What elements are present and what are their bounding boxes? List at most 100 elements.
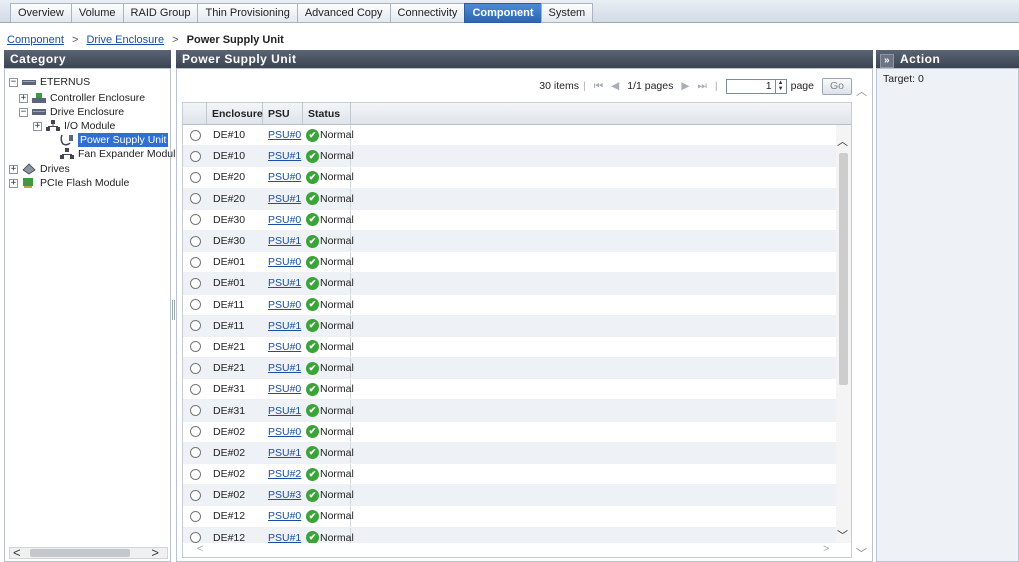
page-number-input[interactable]: 1	[725, 78, 776, 94]
psu-link[interactable]: PSU#1	[268, 150, 301, 162]
table-row[interactable]: DE#10 PSU#1 ✔ Normal	[183, 146, 838, 168]
tab-volume[interactable]: Volume	[70, 3, 123, 23]
scroll-up-icon[interactable]: ︿	[837, 133, 848, 149]
row-radio[interactable]	[189, 171, 201, 183]
table-vertical-scrollbar[interactable]: ︿ ﹀	[836, 125, 851, 545]
row-radio[interactable]	[189, 129, 201, 141]
tree-node-io-module[interactable]: + I/O Module	[33, 119, 115, 133]
row-radio[interactable]	[189, 341, 201, 353]
row-radio[interactable]	[189, 489, 201, 501]
tree-node-drives[interactable]: + Drives	[9, 162, 70, 176]
row-radio[interactable]	[189, 150, 201, 162]
row-radio[interactable]	[189, 320, 201, 332]
expand-toggle-icon[interactable]: +	[9, 178, 18, 188]
table-row[interactable]: DE#02 PSU#0 ✔ Normal	[183, 421, 838, 443]
scroll-up-icon[interactable]: ︿	[856, 83, 867, 99]
table-row[interactable]: DE#02 PSU#1 ✔ Normal	[183, 442, 838, 464]
table-row[interactable]: DE#20 PSU#1 ✔ Normal	[183, 188, 838, 210]
table-row[interactable]: DE#30 PSU#0 ✔ Normal	[183, 209, 838, 231]
row-radio[interactable]	[189, 214, 201, 226]
go-button[interactable]: Go	[821, 77, 852, 95]
column-header-psu[interactable]: PSU	[263, 103, 303, 124]
last-page-icon[interactable]: ⏭	[697, 80, 706, 93]
tree-node-fan-expander[interactable]: Fan Expander Modul	[60, 147, 175, 161]
tab-connectivity[interactable]: Connectivity	[389, 3, 465, 23]
row-radio[interactable]	[189, 510, 201, 522]
scroll-down-icon[interactable]: ﹀	[856, 545, 867, 561]
row-radio[interactable]	[189, 256, 201, 268]
psu-link[interactable]: PSU#0	[268, 171, 301, 183]
prev-page-icon[interactable]: ◀	[611, 80, 619, 92]
psu-link[interactable]: PSU#0	[268, 214, 301, 226]
psu-link[interactable]: PSU#0	[268, 256, 301, 268]
table-row[interactable]: DE#12 PSU#0 ✔ Normal	[183, 506, 838, 528]
expand-toggle-icon[interactable]: +	[9, 164, 18, 174]
table-row[interactable]: DE#11 PSU#1 ✔ Normal	[183, 315, 838, 337]
psu-link[interactable]: PSU#1	[268, 235, 301, 247]
table-row[interactable]: DE#20 PSU#0 ✔ Normal	[183, 167, 838, 189]
psu-link[interactable]: PSU#1	[268, 193, 301, 205]
breadcrumb-link-drive-enclosure[interactable]: Drive Enclosure	[86, 34, 164, 46]
breadcrumb-link-component[interactable]: Component	[7, 34, 64, 46]
psu-link[interactable]: PSU#0	[268, 299, 301, 311]
psu-link[interactable]: PSU#0	[268, 383, 301, 395]
table-row[interactable]: DE#31 PSU#0 ✔ Normal	[183, 379, 838, 401]
psu-link[interactable]: PSU#1	[268, 405, 301, 417]
column-header-status[interactable]: Status	[303, 103, 351, 124]
psu-link[interactable]: PSU#1	[268, 447, 301, 459]
collapse-action-button[interactable]: »	[880, 54, 894, 68]
tab-component[interactable]: Component	[464, 3, 541, 23]
tab-system[interactable]: System	[540, 3, 594, 23]
next-page-icon[interactable]: ▶	[681, 80, 689, 92]
psu-link[interactable]: PSU#0	[268, 510, 301, 522]
collapse-toggle-icon[interactable]: −	[19, 107, 28, 117]
table-row[interactable]: DE#30 PSU#1 ✔ Normal	[183, 230, 838, 253]
scroll-left-icon[interactable]: <	[13, 545, 21, 560]
scroll-right-icon[interactable]: >	[151, 545, 159, 560]
table-row[interactable]: DE#01 PSU#0 ✔ Normal	[183, 252, 838, 274]
psu-link[interactable]: PSU#1	[268, 320, 301, 332]
tab-thin-provisioning[interactable]: Thin Provisioning	[197, 3, 297, 23]
row-radio[interactable]	[189, 299, 201, 311]
row-radio[interactable]	[189, 235, 201, 247]
row-radio[interactable]	[189, 193, 201, 205]
row-radio[interactable]	[189, 383, 201, 395]
psu-link[interactable]: PSU#2	[268, 468, 301, 480]
table-row[interactable]: DE#02 PSU#2 ✔ Normal	[183, 464, 838, 486]
tree-node-eternus[interactable]: − ETERNUS	[9, 75, 90, 89]
main-vertical-scrollbar[interactable]: ︿ ﹀	[856, 83, 868, 561]
expand-toggle-icon[interactable]: +	[19, 93, 28, 103]
psu-link[interactable]: PSU#3	[268, 489, 301, 501]
psu-link[interactable]: PSU#0	[268, 426, 301, 438]
panel-splitter[interactable]	[172, 300, 175, 320]
row-radio[interactable]	[189, 362, 201, 374]
tree-node-power-supply-unit[interactable]: Power Supply Unit	[60, 133, 169, 147]
scroll-down-icon[interactable]: ﹀	[837, 527, 848, 543]
table-row[interactable]: DE#11 PSU#0 ✔ Normal	[183, 294, 838, 316]
tab-raid-group[interactable]: RAID Group	[122, 3, 198, 23]
tab-advanced-copy[interactable]: Advanced Copy	[296, 3, 390, 23]
scroll-thumb[interactable]	[30, 549, 130, 557]
scroll-thumb[interactable]	[839, 153, 848, 385]
table-row[interactable]: DE#21 PSU#0 ✔ Normal	[183, 336, 838, 359]
expand-toggle-icon[interactable]: +	[33, 121, 42, 131]
row-radio[interactable]	[189, 532, 201, 544]
psu-link[interactable]: PSU#1	[268, 362, 301, 374]
scroll-right-icon[interactable]: >	[823, 543, 829, 555]
psu-link[interactable]: PSU#1	[268, 277, 301, 289]
row-radio[interactable]	[189, 468, 201, 480]
table-row[interactable]: DE#01 PSU#1 ✔ Normal	[183, 273, 838, 295]
tab-overview[interactable]: Overview	[10, 3, 71, 23]
table-horizontal-scrollbar[interactable]: < >	[183, 543, 851, 557]
table-row[interactable]: DE#02 PSU#3 ✔ Normal	[183, 485, 838, 507]
psu-link[interactable]: PSU#1	[268, 532, 301, 544]
tree-node-pcie-flash[interactable]: + PCIe Flash Module	[9, 176, 129, 190]
row-radio[interactable]	[189, 277, 201, 289]
scroll-left-icon[interactable]: <	[197, 543, 203, 555]
table-row[interactable]: DE#31 PSU#1 ✔ Normal	[183, 400, 838, 422]
column-header-enclosure[interactable]: Enclosure	[207, 103, 263, 124]
tree-node-controller-enclosure[interactable]: + Controller Enclosure	[19, 91, 145, 105]
psu-link[interactable]: PSU#0	[268, 129, 301, 141]
first-page-icon[interactable]: ⏮	[594, 80, 603, 93]
psu-link[interactable]: PSU#0	[268, 341, 301, 353]
